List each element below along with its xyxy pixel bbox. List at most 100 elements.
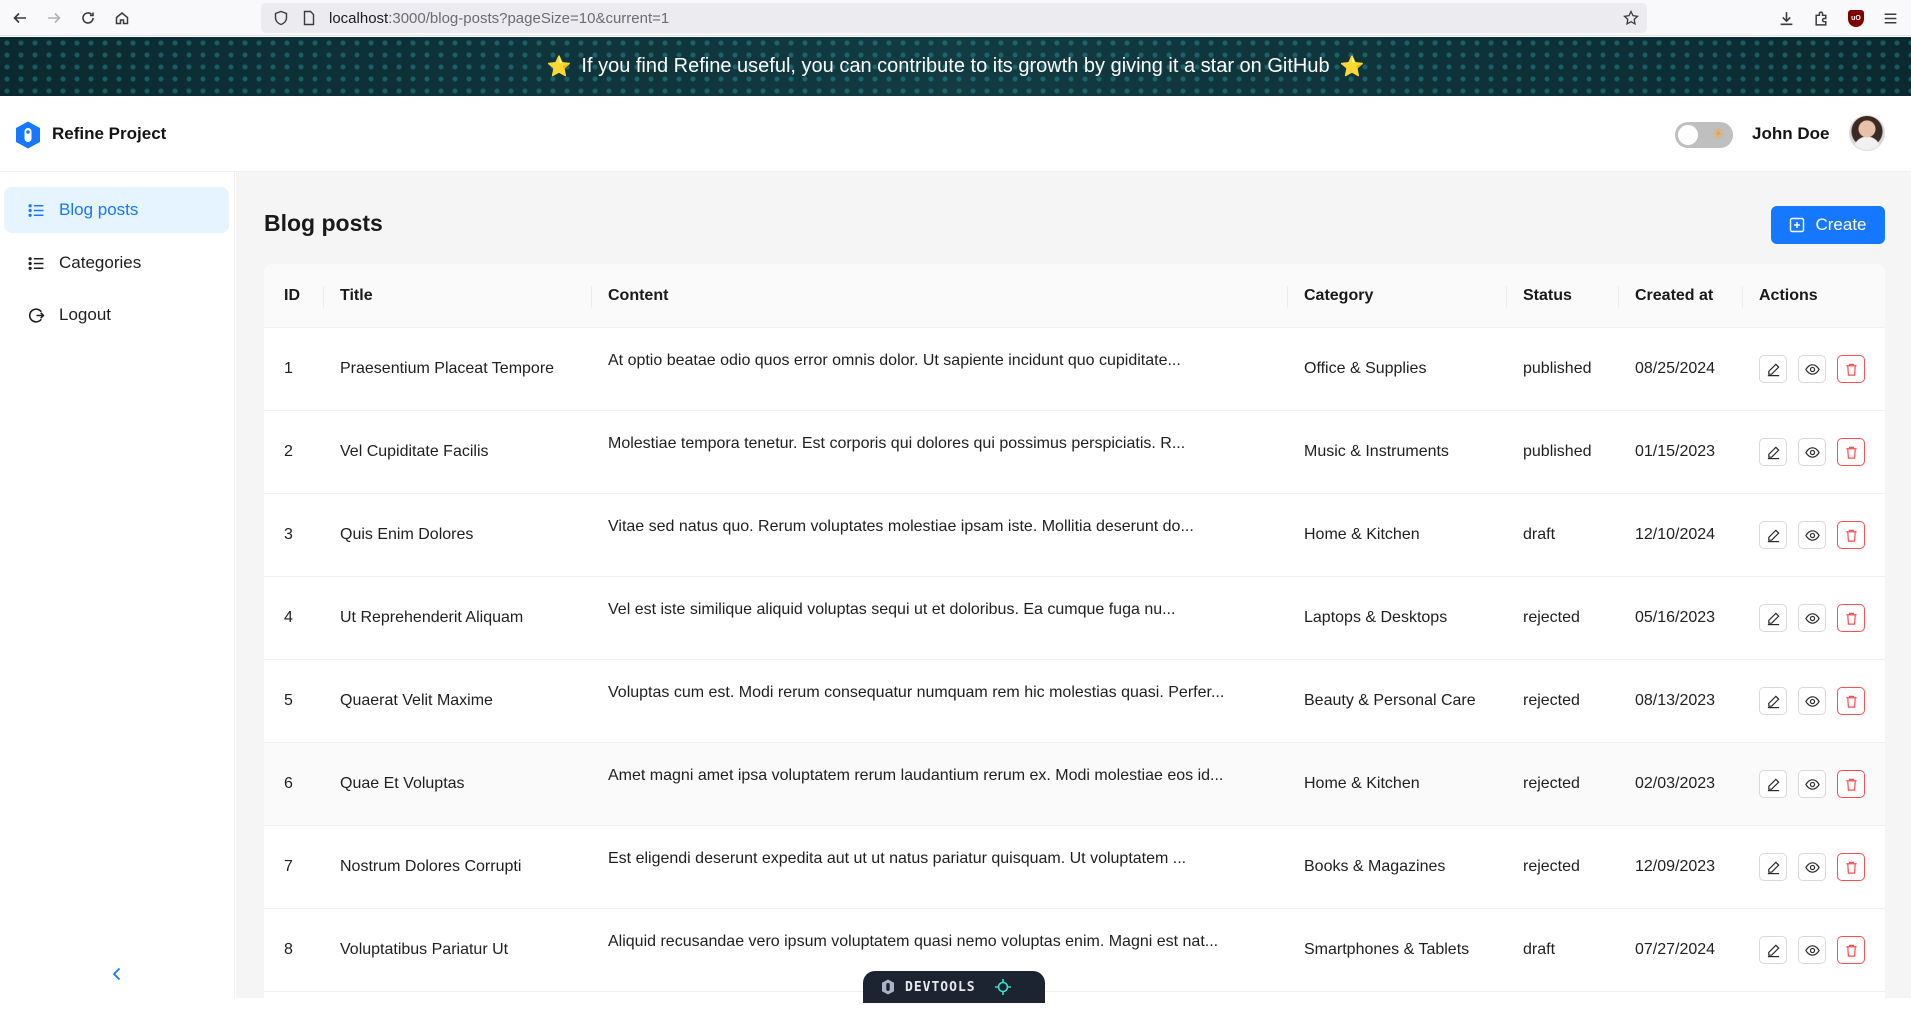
delete-button[interactable] (1837, 853, 1865, 881)
create-button[interactable]: Create (1771, 206, 1885, 244)
edit-button[interactable] (1759, 687, 1787, 715)
star-icon: ⭐ (546, 56, 572, 78)
table-row: 8 Voluptatibus Pariatur Ut Aliquid recusan… (264, 909, 1885, 992)
edit-button[interactable] (1759, 355, 1787, 383)
cell-created-at: 12/10/2024 (1635, 526, 1716, 543)
list-icon (28, 203, 44, 217)
address-bar[interactable]: localhost:3000/blog-posts?pageSize=10&cu… (261, 3, 1647, 33)
eye-icon (1804, 694, 1820, 709)
sidebar-item-label: Logout (59, 305, 111, 324)
cell-id: 1 (284, 360, 293, 377)
cell-created-at: 02/03/2023 (1635, 775, 1716, 792)
edit-button[interactable] (1759, 770, 1787, 798)
column-header-actions: Actions (1742, 264, 1818, 328)
cell-category: Home & Kitchen (1304, 526, 1420, 543)
sidebar-item-categories[interactable]: Categories (4, 240, 229, 286)
edit-button[interactable] (1759, 521, 1787, 549)
column-header-title[interactable]: Title (323, 264, 373, 328)
github-star-banner[interactable]: ⭐ If you find Refine useful, you can con… (0, 37, 1911, 96)
url-host: localhost (329, 9, 389, 27)
delete-button[interactable] (1837, 770, 1865, 798)
refine-logo-icon[interactable] (13, 120, 43, 150)
theme-toggle[interactable]: ☀ (1675, 122, 1733, 148)
cell-category: Home & Kitchen (1304, 775, 1420, 792)
show-button[interactable] (1798, 438, 1826, 466)
cell-content: Vel est iste similique aliquid voluptas … (608, 601, 1176, 618)
edit-icon (1766, 362, 1781, 377)
blog-posts-table: ID Title Content Category Status Created… (264, 264, 1885, 1024)
cell-content: Vitae sed natus quo. Rerum voluptates mo… (608, 518, 1194, 535)
table-row: 7 Nostrum Dolores Corrupti Est eligendi de… (264, 826, 1885, 909)
cell-title: Praesentium Placeat Tempore (340, 360, 555, 377)
star-icon: ⭐ (1339, 56, 1365, 78)
menu-icon[interactable] (1882, 10, 1899, 27)
cell-category: Laptops & Desktops (1304, 609, 1448, 626)
url-path: :3000/blog-posts?pageSize=10&current=1 (388, 9, 670, 27)
table-row: 2 Vel Cupiditate Facilis Molestiae tempora… (264, 411, 1885, 494)
eye-icon (1804, 860, 1820, 875)
forward-icon[interactable] (40, 4, 68, 32)
downloads-icon[interactable] (1778, 10, 1795, 27)
cell-content: Aliquid recusandae vero ipsum voluptatem… (608, 933, 1219, 950)
devtools-button[interactable]: DEVTOOLS (863, 971, 1045, 1003)
reload-icon[interactable] (74, 4, 102, 32)
cell-title: Vel Cupiditate Facilis (340, 443, 489, 460)
edit-button[interactable] (1759, 438, 1787, 466)
show-button[interactable] (1798, 355, 1826, 383)
cell-category: Beauty & Personal Care (1304, 692, 1476, 709)
delete-button[interactable] (1837, 687, 1865, 715)
brand-name[interactable]: Refine Project (52, 124, 166, 144)
table-row: 3 Quis Enim Dolores Vitae sed natus quo. R… (264, 494, 1885, 577)
delete-button[interactable] (1837, 936, 1865, 964)
avatar[interactable] (1849, 115, 1885, 151)
sidebar-item-blog-posts[interactable]: Blog posts (4, 187, 229, 233)
show-button[interactable] (1798, 770, 1826, 798)
column-header-status[interactable]: Status (1506, 264, 1572, 328)
edit-button[interactable] (1759, 936, 1787, 964)
table-row: 1 Praesentium Placeat Tempore At optio bea… (264, 328, 1885, 411)
cell-content: Voluptas cum est. Modi rerum consequatur… (608, 684, 1225, 701)
cell-status: published (1523, 443, 1592, 460)
sidebar-item-logout[interactable]: Logout (4, 292, 229, 338)
eye-icon (1804, 362, 1820, 377)
column-header-created-at[interactable]: Created at (1617, 264, 1713, 328)
show-button[interactable] (1798, 521, 1826, 549)
show-button[interactable] (1798, 936, 1826, 964)
delete-button[interactable] (1837, 521, 1865, 549)
ublock-icon[interactable]: uO (1848, 9, 1864, 27)
trash-icon (1844, 694, 1859, 709)
delete-button[interactable] (1837, 355, 1865, 383)
edit-button[interactable] (1759, 853, 1787, 881)
edit-icon (1766, 943, 1781, 958)
page-title: Blog posts (264, 210, 383, 236)
trash-icon (1844, 611, 1859, 626)
delete-button[interactable] (1837, 438, 1865, 466)
cell-id: 3 (284, 526, 293, 543)
column-header-category[interactable]: Category (1286, 264, 1373, 328)
shield-icon (274, 10, 288, 26)
table-row: 4 Ut Reprehenderit Aliquam Vel est iste si… (264, 577, 1885, 660)
back-icon[interactable] (6, 4, 34, 32)
show-button[interactable] (1798, 604, 1826, 632)
extensions-icon[interactable] (1813, 10, 1830, 27)
cell-id: 4 (284, 609, 293, 626)
cell-status: draft (1523, 941, 1556, 958)
cell-id: 8 (284, 941, 293, 958)
plus-square-icon (1790, 217, 1805, 233)
column-header-content[interactable]: Content (590, 264, 668, 328)
show-button[interactable] (1798, 853, 1826, 881)
eye-icon (1804, 528, 1820, 543)
collapse-sidebar-icon[interactable] (105, 962, 129, 986)
cell-title: Ut Reprehenderit Aliquam (340, 609, 524, 626)
column-header-id[interactable]: ID (284, 264, 300, 328)
sidebar: Blog posts Categories Logout (0, 172, 235, 998)
delete-button[interactable] (1837, 604, 1865, 632)
user-name: John Doe (1752, 124, 1830, 143)
cell-title: Quaerat Velit Maxime (340, 692, 493, 709)
home-icon[interactable] (108, 4, 136, 32)
show-button[interactable] (1798, 687, 1826, 715)
edit-button[interactable] (1759, 604, 1787, 632)
trash-icon (1844, 528, 1859, 543)
bookmark-star-icon[interactable] (1623, 10, 1639, 26)
cell-content: Est eligendi deserunt expedita aut ut ut… (608, 850, 1187, 867)
